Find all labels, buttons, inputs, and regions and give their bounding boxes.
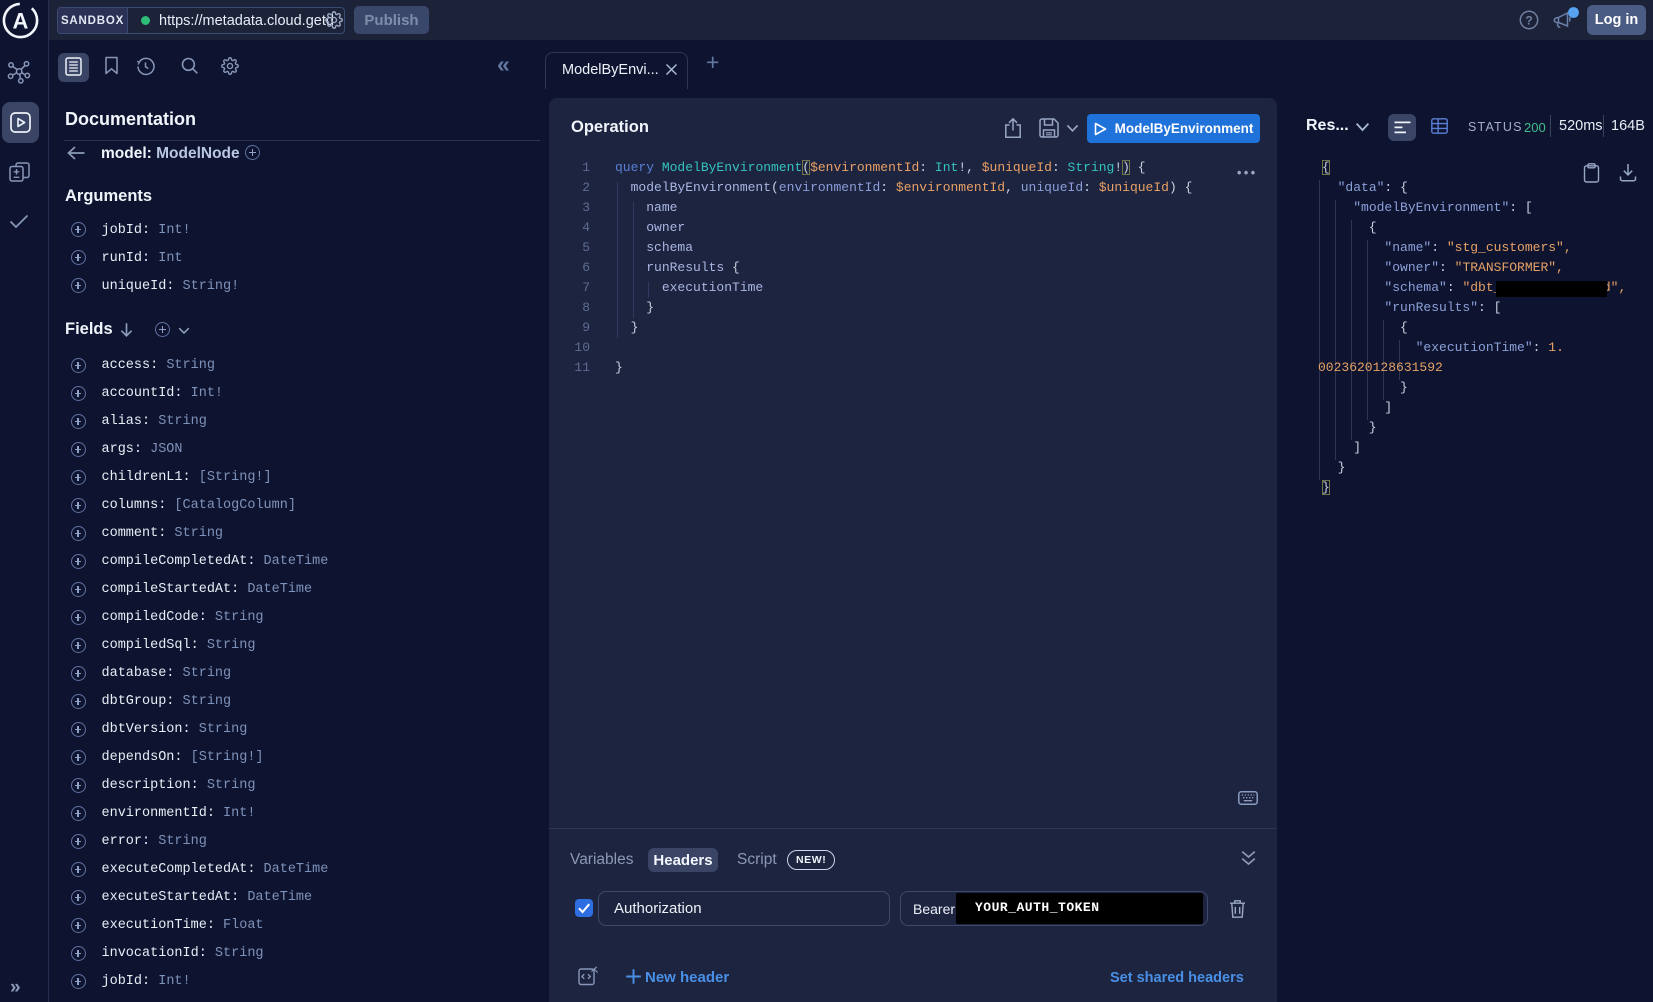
svg-text:A: A <box>13 8 29 33</box>
svg-text:?: ? <box>1525 13 1532 27</box>
